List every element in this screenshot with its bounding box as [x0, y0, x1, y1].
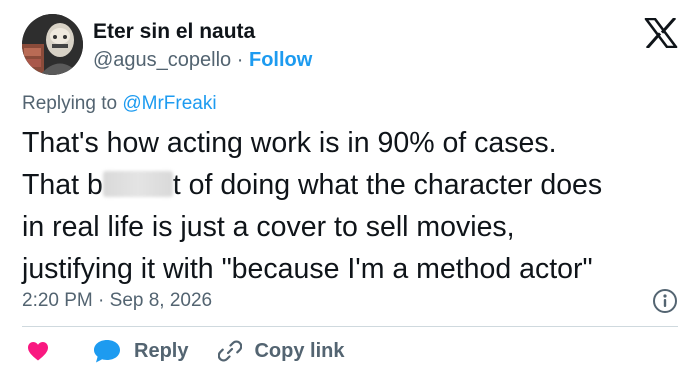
- action-bar: Reply Copy link: [26, 338, 344, 364]
- tweet-line-4: justifying it with "because I'm a method…: [22, 253, 593, 285]
- info-icon[interactable]: [652, 288, 678, 314]
- avatar[interactable]: [22, 14, 83, 75]
- speech-bubble-icon: [94, 340, 120, 363]
- user-handle[interactable]: @agus_copello: [93, 49, 231, 71]
- display-name[interactable]: Eter sin el nauta: [93, 20, 255, 44]
- replying-to: Replying to @MrFreaki: [22, 93, 217, 115]
- copy-link-button[interactable]: Copy link: [218, 339, 344, 363]
- timestamp[interactable]: 2:20 PM · Sep 8, 2026: [22, 290, 212, 312]
- avatar-image: [22, 14, 83, 75]
- heart-icon: [28, 342, 48, 361]
- tweet-line-2: That b t of doing what the character does: [22, 164, 682, 206]
- tweet-line-2-start: That b: [22, 169, 103, 201]
- handle-line: @agus_copello · Follow: [93, 49, 312, 72]
- tweet-text: That's how acting work is in 90% of case…: [22, 122, 682, 290]
- tweet-line-1: That's how acting work is in 90% of case…: [22, 127, 557, 159]
- link-icon: [218, 340, 243, 362]
- x-logo-icon[interactable]: [644, 18, 678, 48]
- tweet-line-3: in real life is just a cover to sell mov…: [22, 211, 515, 243]
- divider: [22, 326, 678, 327]
- mention-link[interactable]: @MrFreaki: [122, 93, 216, 114]
- like-button[interactable]: [26, 339, 50, 363]
- reply-label: Reply: [134, 339, 189, 362]
- copy-link-label: Copy link: [254, 339, 345, 362]
- replying-prefix: Replying to: [22, 93, 123, 114]
- tweet-line-2-rest: t of doing what the character does: [172, 169, 603, 201]
- handle-separator: ·: [236, 49, 244, 71]
- reply-button[interactable]: Reply: [92, 338, 188, 364]
- censored-word: [102, 171, 173, 197]
- follow-button[interactable]: Follow: [249, 49, 312, 71]
